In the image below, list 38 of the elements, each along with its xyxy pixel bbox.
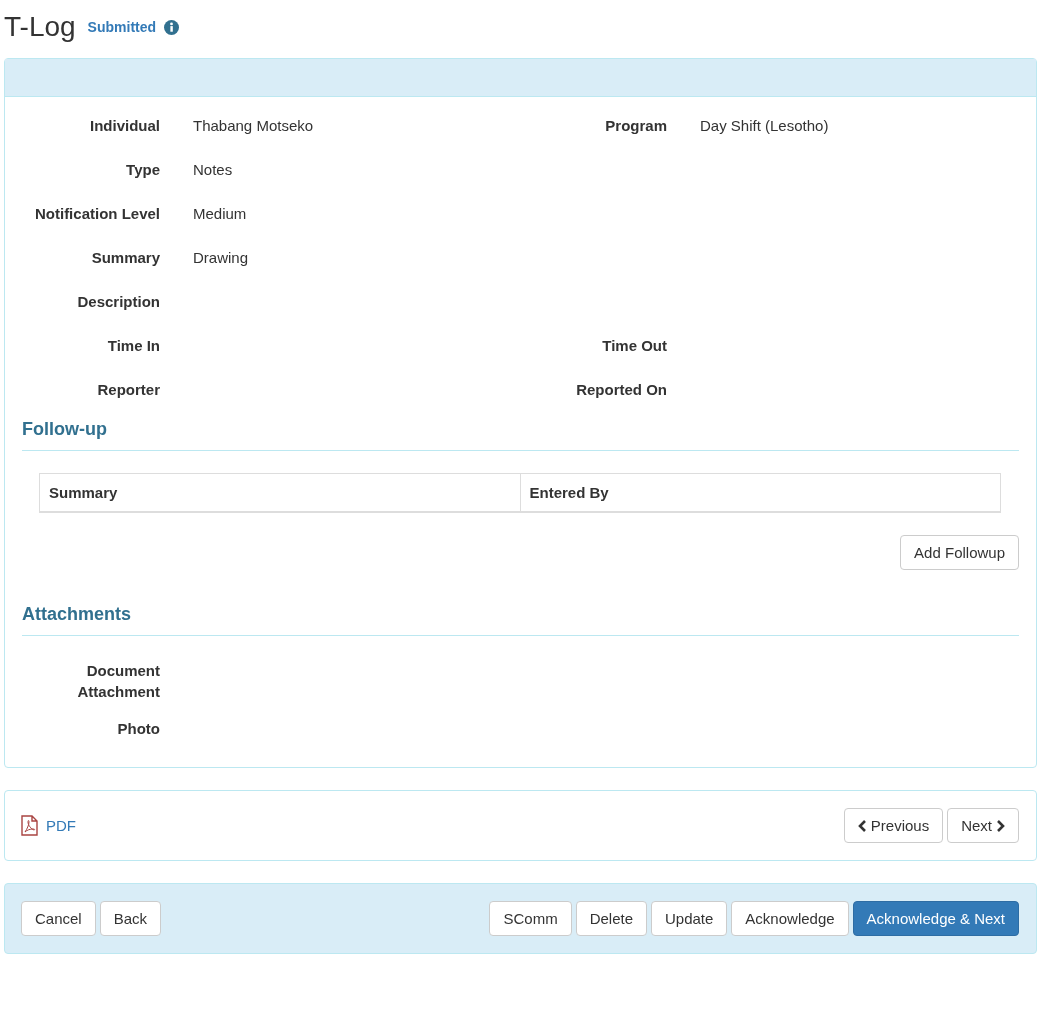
add-followup-button[interactable]: Add Followup xyxy=(900,535,1019,570)
field-label: Individual xyxy=(89,116,160,136)
action-button[interactable]: Update xyxy=(651,901,728,936)
primary-button[interactable]: Acknowledge & Next xyxy=(852,901,1019,936)
field-label: Time Out xyxy=(601,336,667,356)
field-label: Reporter xyxy=(96,380,160,400)
pdf-file-icon xyxy=(21,815,38,836)
field-label: Description xyxy=(76,292,160,312)
section-heading: Follow-up xyxy=(22,413,1019,451)
field-label: Photo xyxy=(116,719,160,739)
action-button[interactable]: Back xyxy=(99,901,162,936)
field-value: Thabang Motseko xyxy=(193,116,315,136)
field-label: Program xyxy=(604,116,667,136)
chevron-right-icon xyxy=(996,819,1005,832)
field-value: Notes xyxy=(193,160,234,180)
page-title: T-Log xyxy=(4,11,76,43)
field-label: Summary xyxy=(90,248,160,268)
action-button[interactable]: Cancel xyxy=(21,901,96,936)
field-label: Document Attachment xyxy=(76,661,160,702)
field-label: Notification Level xyxy=(33,204,160,224)
column-header: Entered By xyxy=(520,473,1001,512)
previous-button[interactable]: Previous xyxy=(843,808,944,843)
field-value: Day Shift (Lesotho) xyxy=(700,116,830,136)
field-value: Drawing xyxy=(193,248,250,268)
field-label: Reported On xyxy=(575,380,667,400)
action-button[interactable]: SComm xyxy=(489,901,572,936)
column-header: Summary xyxy=(39,473,520,512)
field-value: Medium xyxy=(193,204,248,224)
action-button[interactable]: Acknowledge xyxy=(731,901,849,936)
status-label: Submitted xyxy=(87,19,157,35)
pdf-link[interactable]: PDF xyxy=(21,815,76,836)
section-heading: Attachments xyxy=(22,598,1019,636)
chevron-left-icon xyxy=(857,819,867,832)
action-button[interactable]: Delete xyxy=(575,901,647,936)
next-button[interactable]: Next xyxy=(947,808,1019,843)
field-label: Type xyxy=(125,160,160,180)
info-icon xyxy=(164,19,180,35)
field-label: Time In xyxy=(106,336,160,356)
